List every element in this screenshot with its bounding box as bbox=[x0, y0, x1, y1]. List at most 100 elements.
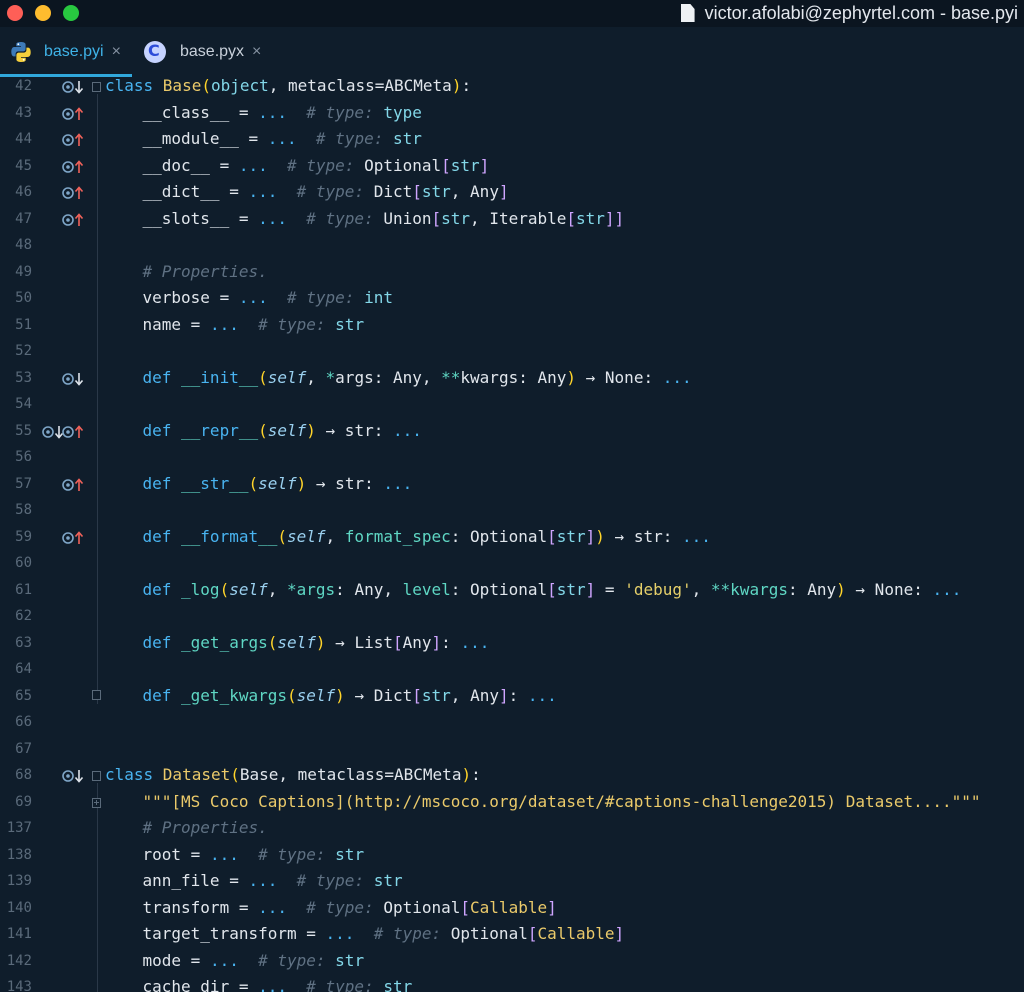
arrow-up-icon[interactable] bbox=[71, 185, 87, 201]
code-token: ... bbox=[209, 844, 239, 864]
code-token: ] bbox=[547, 897, 557, 917]
code-token: ( bbox=[219, 579, 230, 599]
code-line[interactable]: 55 def __repr__(self) → str: ... bbox=[0, 419, 1024, 445]
code-token: [ bbox=[547, 526, 557, 546]
line-number: 51 bbox=[15, 316, 32, 333]
code-line[interactable]: 51 name = ... # type: str bbox=[0, 313, 1024, 339]
code-token: # Properties. bbox=[142, 818, 268, 837]
code-token: level bbox=[402, 579, 451, 599]
gutter-markers bbox=[42, 689, 86, 705]
close-icon[interactable]: × bbox=[112, 43, 121, 61]
arrow-up-icon[interactable] bbox=[71, 132, 87, 148]
code-line[interactable]: 142 mode = ... # type: str bbox=[0, 949, 1024, 975]
code-line[interactable]: 140 transform = ... # type: Optional[Call… bbox=[0, 896, 1024, 922]
code-line[interactable]: 54 bbox=[0, 392, 1024, 418]
arrow-up-icon[interactable] bbox=[71, 212, 87, 228]
close-window-button[interactable] bbox=[7, 5, 23, 21]
zoom-window-button[interactable] bbox=[63, 5, 79, 21]
code-line[interactable]: 48 bbox=[0, 233, 1024, 259]
code-line[interactable]: 62 bbox=[0, 604, 1024, 630]
line-number: 142 bbox=[6, 952, 32, 969]
code-token: ( bbox=[267, 632, 278, 652]
code-text: __dict__ = ... # type: Dict[str, Any] bbox=[143, 182, 509, 201]
code-token: ... bbox=[248, 182, 278, 201]
code-line[interactable]: 139 ann_file = ... # type: str bbox=[0, 869, 1024, 895]
code-token: Union bbox=[383, 208, 432, 228]
code-line[interactable]: 64 bbox=[0, 657, 1024, 683]
code-text: __slots__ = ... # type: Union[str, Itera… bbox=[143, 209, 625, 228]
code-line[interactable]: 60 bbox=[0, 551, 1024, 577]
code-editor[interactable]: 42 class Base(object, metaclass=ABCMeta):… bbox=[0, 77, 1024, 992]
code-text: def __format__(self, format_spec: Option… bbox=[143, 527, 711, 546]
code-line[interactable]: 65 def _get_kwargs(self) → Dict[str, Any]… bbox=[0, 684, 1024, 710]
code-line[interactable]: 44 __module__ = ... # type: str bbox=[0, 127, 1024, 153]
fold-icon[interactable] bbox=[92, 689, 101, 700]
code-token: [ bbox=[441, 155, 451, 175]
code-line[interactable]: 61 def _log(self, *args: Any, level: Opti… bbox=[0, 578, 1024, 604]
code-token: , bbox=[450, 182, 471, 201]
code-token: ... bbox=[258, 977, 287, 992]
line-number: 140 bbox=[6, 899, 32, 916]
code-line[interactable]: 66 bbox=[0, 710, 1024, 736]
arrow-up-icon[interactable] bbox=[71, 424, 87, 440]
code-line[interactable]: 52 bbox=[0, 339, 1024, 365]
line-number: 69 bbox=[15, 793, 32, 810]
code-line[interactable]: 45 __doc__ = ... # type: Optional[str] bbox=[0, 154, 1024, 180]
code-line[interactable]: 137 # Properties. bbox=[0, 816, 1024, 842]
code-token: format bbox=[200, 526, 259, 546]
cython-icon bbox=[144, 41, 166, 63]
code-line[interactable]: 47 __slots__ = ... # type: Union[str, Ite… bbox=[0, 207, 1024, 233]
code-line[interactable]: 59 def __format__(self, format_spec: Opti… bbox=[0, 525, 1024, 551]
code-token: # Properties. bbox=[142, 261, 268, 281]
code-line[interactable]: 58 bbox=[0, 498, 1024, 524]
code-line[interactable]: 43 __class__ = ... # type: type bbox=[0, 101, 1024, 127]
code-line[interactable]: 49 # Properties. bbox=[0, 260, 1024, 286]
code-token: ] bbox=[431, 632, 442, 652]
code-line[interactable]: 46 __dict__ = ... # type: Dict[str, Any] bbox=[0, 180, 1024, 206]
code-line[interactable]: 53 def __init__(self, *args: Any, **kwarg… bbox=[0, 366, 1024, 392]
code-line[interactable]: 63 def _get_args(self) → List[Any]: ... bbox=[0, 631, 1024, 657]
code-line[interactable]: 141 target_transform = ... # type: Option… bbox=[0, 922, 1024, 948]
code-token: Iterable bbox=[489, 208, 567, 228]
code-token: Optional bbox=[450, 924, 528, 943]
tab-base-pyi[interactable]: base.pyi × bbox=[0, 27, 132, 77]
arrow-down-icon[interactable] bbox=[71, 79, 87, 95]
code-line[interactable]: 56 bbox=[0, 445, 1024, 471]
close-icon[interactable]: × bbox=[252, 43, 261, 61]
code-token: = bbox=[374, 77, 385, 95]
arrow-up-icon[interactable] bbox=[71, 477, 87, 493]
tab-base-pyx[interactable]: base.pyx × bbox=[142, 27, 278, 77]
code-token: target_transform = bbox=[142, 924, 326, 943]
code-line[interactable]: 138 root = ... # type: str bbox=[0, 843, 1024, 869]
code-token: ... bbox=[258, 208, 287, 228]
code-token: format_spec bbox=[344, 526, 451, 546]
gutter-markers bbox=[42, 662, 86, 678]
fold-icon[interactable] bbox=[92, 82, 101, 92]
code-token: Dict bbox=[373, 182, 413, 201]
arrow-up-icon[interactable] bbox=[71, 106, 87, 122]
code-line[interactable]: 67 bbox=[0, 737, 1024, 763]
code-line[interactable]: 143 cache_dir = ... # type: str bbox=[0, 975, 1024, 992]
code-line[interactable]: 42 class Base(object, metaclass=ABCMeta): bbox=[0, 77, 1024, 100]
code-token: Dataset bbox=[162, 765, 231, 784]
code-token: __ bbox=[181, 420, 201, 440]
code-token: ) bbox=[296, 473, 307, 493]
expand-fold-icon[interactable] bbox=[92, 797, 101, 808]
code-token: ] bbox=[479, 155, 490, 175]
arrow-up-icon[interactable] bbox=[71, 530, 87, 546]
arrow-down-icon[interactable] bbox=[71, 768, 87, 784]
code-text: def _get_args(self) → List[Any]: ... bbox=[143, 633, 490, 652]
code-line[interactable]: 50 verbose = ... # type: int bbox=[0, 286, 1024, 312]
code-text: cache_dir = ... # type: str bbox=[143, 977, 413, 992]
fold-icon[interactable] bbox=[92, 771, 101, 781]
code-line[interactable]: 68 class Dataset(Base, metaclass=ABCMeta)… bbox=[0, 763, 1024, 789]
arrow-up-icon[interactable] bbox=[71, 159, 87, 175]
gutter-markers bbox=[42, 371, 86, 387]
code-token: ** bbox=[441, 367, 461, 387]
code-line[interactable]: 57 def __str__(self) → str: ... bbox=[0, 472, 1024, 498]
code-line[interactable]: 69 """[MS Coco Captions](http://mscoco.or… bbox=[0, 790, 1024, 816]
minimize-window-button[interactable] bbox=[35, 5, 51, 21]
arrow-down-icon[interactable] bbox=[71, 371, 87, 387]
